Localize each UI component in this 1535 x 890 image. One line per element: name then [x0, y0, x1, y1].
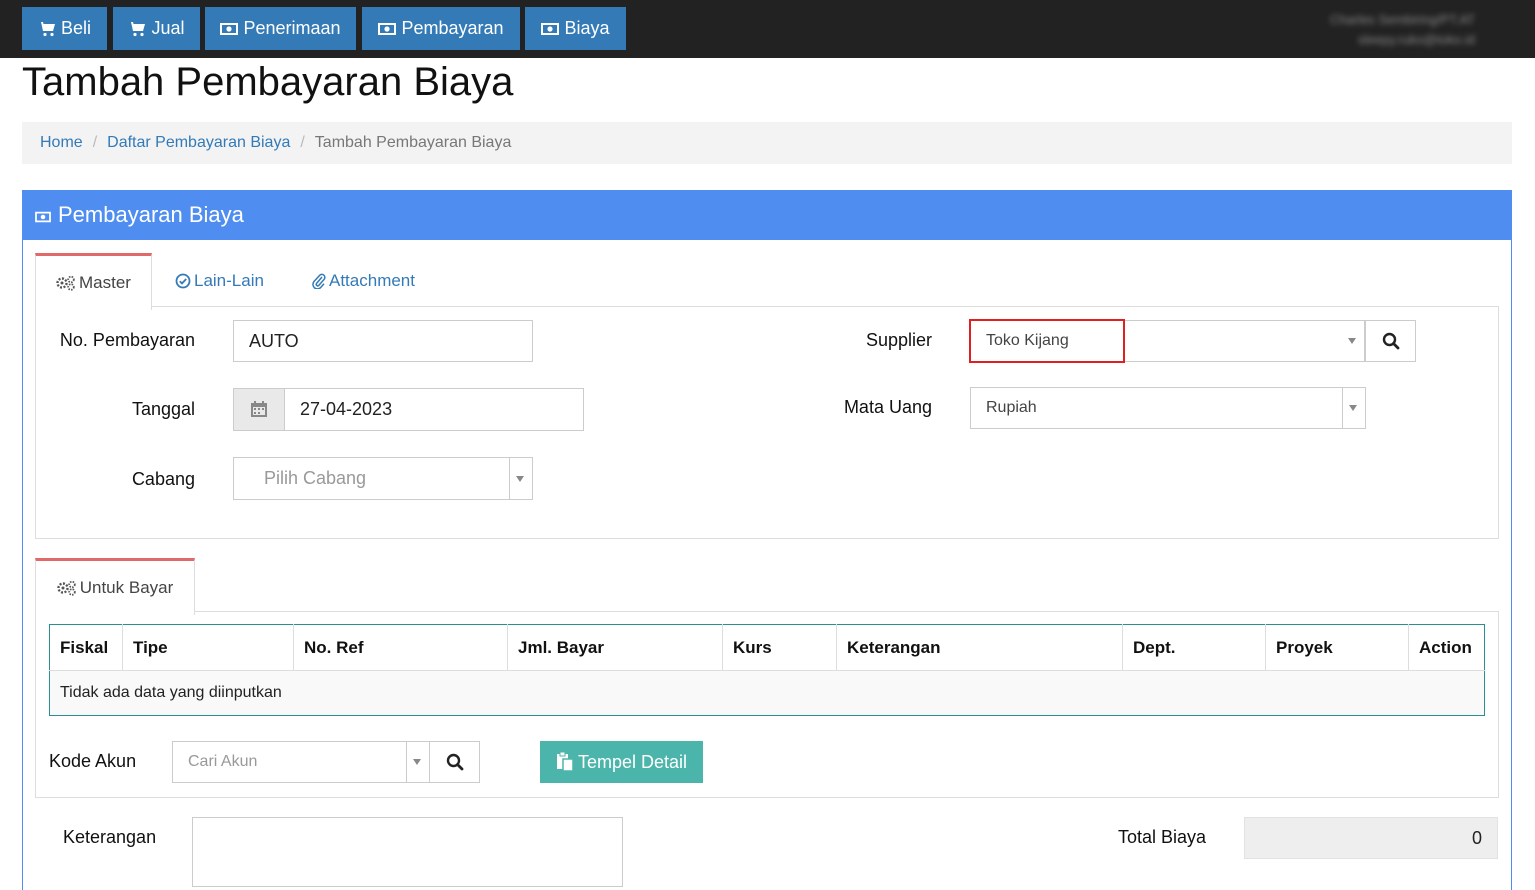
col-fiskal: Fiskal	[49, 624, 123, 671]
nav-biaya-button[interactable]: Biaya	[525, 7, 626, 50]
keterangan-textarea[interactable]	[192, 817, 623, 887]
cari-akun-select[interactable]: Cari Akun	[172, 741, 430, 783]
tab-master-label: Master	[79, 273, 131, 292]
page-title: Tambah Pembayaran Biaya	[22, 60, 514, 104]
detail-table: Fiskal Tipe No. Ref Jml. Bayar Kurs Kete…	[49, 624, 1485, 716]
cart-icon	[128, 21, 146, 36]
panel-title: Pembayaran Biaya	[58, 202, 244, 227]
supplier-search-button[interactable]	[1365, 320, 1416, 362]
table-header-row: Fiskal Tipe No. Ref Jml. Bayar Kurs Kete…	[49, 624, 1485, 671]
cabang-select[interactable]: Pilih Cabang	[233, 457, 533, 500]
col-dept: Dept.	[1122, 624, 1266, 671]
tempel-detail-button[interactable]: Tempel Detail	[540, 741, 703, 783]
supplier-label: Supplier	[865, 330, 932, 350]
calendar-icon	[251, 401, 267, 417]
mata-uang-value: Rupiah	[986, 399, 1037, 416]
cabang-placeholder: Pilih Cabang	[264, 468, 367, 488]
col-keterangan: Keterangan	[836, 624, 1123, 671]
money-icon	[35, 211, 51, 222]
nav-beli-button[interactable]: Beli	[22, 7, 107, 50]
chevron-down-icon	[1348, 338, 1356, 344]
col-proyek: Proyek	[1265, 624, 1409, 671]
no-pembayaran-input[interactable]: AUTO	[233, 320, 533, 362]
tempel-detail-label: Tempel Detail	[577, 751, 688, 772]
breadcrumb-list-link[interactable]: Daftar Pembayaran Biaya	[107, 134, 290, 152]
nav-penerimaan-button[interactable]: Penerimaan	[205, 7, 356, 50]
tanggal-input[interactable]: 27-04-2023	[284, 388, 584, 431]
nav-beli-label: Beli	[60, 18, 91, 38]
nav-biaya-label: Biaya	[564, 18, 610, 38]
breadcrumb-separator: /	[92, 134, 98, 151]
cart-icon	[37, 21, 55, 36]
chevron-down-icon	[516, 475, 524, 482]
calendar-addon[interactable]	[233, 388, 285, 431]
col-action: Action	[1408, 624, 1485, 671]
gears-icon	[57, 580, 76, 596]
money-icon	[541, 22, 560, 35]
tab-lain-lain[interactable]: Lain-Lain	[175, 270, 264, 292]
paperclip-icon	[312, 273, 326, 289]
cari-akun-placeholder: Cari Akun	[188, 753, 258, 770]
tanggal-label: Tanggal	[131, 399, 195, 419]
col-no-ref: No. Ref	[293, 624, 508, 671]
money-icon	[378, 22, 397, 35]
akun-search-button[interactable]	[429, 741, 480, 783]
chevron-down-icon	[1349, 405, 1357, 411]
user-email: sleepy.ruko@toko.id	[1357, 32, 1475, 47]
nav-jual-label: Jual	[151, 18, 185, 38]
breadcrumb-current: Tambah Pembayaran Biaya	[314, 134, 512, 151]
search-icon	[1382, 332, 1399, 350]
tab-untuk-bayar-label: Untuk Bayar	[79, 578, 174, 597]
kode-akun-label: Kode Akun	[49, 751, 137, 771]
breadcrumb-separator: /	[300, 134, 305, 151]
gears-icon	[56, 275, 75, 291]
col-tipe: Tipe	[122, 624, 294, 671]
col-jml-bayar: Jml. Bayar	[507, 624, 723, 671]
search-icon	[446, 753, 463, 771]
tab-master[interactable]: Master	[35, 253, 152, 310]
tab-attachment-label: Attachment	[329, 271, 415, 290]
cabang-label: Cabang	[131, 469, 195, 489]
col-kurs: Kurs	[722, 624, 837, 671]
mata-uang-label: Mata Uang	[843, 397, 932, 417]
user-info[interactable]: Charles Sembiring/PT.AT sleepy.ruko@toko…	[1330, 10, 1475, 50]
nav-jual-button[interactable]: Jual	[113, 7, 200, 50]
total-biaya-label: Total Biaya	[1117, 827, 1206, 847]
supplier-highlight	[969, 319, 1125, 363]
paste-icon	[556, 752, 574, 772]
total-biaya-field: 0	[1244, 817, 1498, 859]
nav-penerimaan-label: Penerimaan	[243, 18, 341, 38]
chevron-down-icon	[413, 759, 421, 765]
nav-pembayaran-button[interactable]: Pembayaran	[362, 7, 520, 50]
table-row: Tidak ada data yang diinputkan	[49, 670, 1485, 716]
panel-header: Pembayaran Biaya	[22, 190, 1512, 240]
tab-attachment[interactable]: Attachment	[312, 270, 415, 292]
keterangan-label: Keterangan	[63, 827, 157, 847]
money-icon	[220, 22, 239, 35]
top-navbar: Beli Jual Penerimaan Pembayaran Biaya Ch…	[0, 0, 1535, 58]
check-circle-icon	[175, 273, 191, 289]
breadcrumb: Home / Daftar Pembayaran Biaya / Tambah …	[22, 122, 1512, 164]
empty-row-text: Tidak ada data yang diinputkan	[49, 670, 1485, 716]
user-name: Charles Sembiring/PT.AT	[1330, 12, 1475, 27]
breadcrumb-home-link[interactable]: Home	[40, 134, 83, 152]
tab-untuk-bayar[interactable]: Untuk Bayar	[35, 558, 195, 615]
no-pembayaran-label: No. Pembayaran	[59, 330, 195, 350]
mata-uang-select[interactable]: Rupiah	[970, 387, 1366, 429]
nav-pembayaran-label: Pembayaran	[401, 18, 504, 38]
tab-lain-lain-label: Lain-Lain	[194, 271, 264, 290]
